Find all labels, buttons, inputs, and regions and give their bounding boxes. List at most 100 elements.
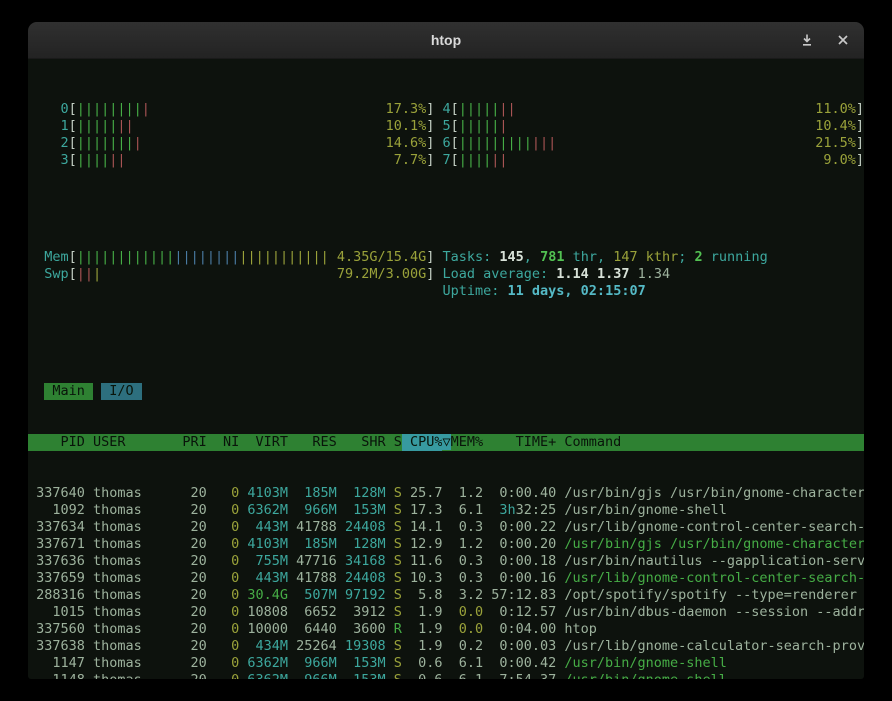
column-header-shr[interactable]: SHR	[337, 434, 386, 451]
cell-pri: 20	[174, 502, 207, 519]
meter-label: 2	[28, 135, 69, 152]
column-header-ni[interactable]: NI	[207, 434, 240, 451]
meter-value: 9.0%	[823, 152, 856, 169]
cell-virt: 6362M	[239, 672, 288, 679]
terminal-window: htop 0[|||||||||17.3%]4[|||||||11.0%]1[|…	[28, 22, 864, 679]
meter-label: Swp	[28, 266, 69, 283]
cell-res: 41788	[288, 519, 337, 536]
cell-cpu: 5.8	[402, 587, 443, 604]
column-header-cmd[interactable]: Command	[556, 434, 864, 451]
column-header-pid[interactable]: PID	[28, 434, 85, 451]
process-row-337638[interactable]: 337638thomas200434M2526419308S1.90.20:00…	[28, 638, 864, 655]
cell-pri: 20	[174, 672, 207, 679]
cell-cmd: /usr/bin/dbus-daemon --session --addr	[556, 604, 864, 621]
cell-mem: 6.1	[442, 655, 483, 672]
cell-virt: 10000	[239, 621, 288, 638]
cell-cpu: 1.9	[402, 621, 443, 638]
cell-user: thomas	[85, 570, 174, 587]
cell-pid: 337640	[28, 485, 85, 502]
cell-mem: 0.2	[442, 638, 483, 655]
cell-shr: 24408	[337, 519, 386, 536]
process-row-337640[interactable]: 337640thomas2004103M185M128MS25.71.20:00…	[28, 485, 864, 502]
maximize-icon[interactable]	[800, 33, 814, 47]
meter-bar-red: |	[499, 118, 507, 135]
column-header-mem[interactable]: ▽MEM%	[442, 434, 483, 451]
meter-label: 6	[434, 135, 450, 152]
cell-res: 185M	[288, 536, 337, 553]
cell-s: S	[386, 553, 402, 570]
header-row: PIDUSERPRINIVIRTRESSHRSCPU%▽MEM%TIME+Com…	[28, 434, 864, 451]
process-row-337671[interactable]: 337671thomas2004103M185M128MS12.91.20:00…	[28, 536, 864, 553]
meter-bar-red: ||	[117, 118, 133, 135]
cell-s: S	[386, 485, 402, 502]
meter-bracket: ]	[426, 249, 434, 266]
cpu-meter-4: 4[|||||||11.0%]	[434, 101, 864, 118]
cell-virt: 434M	[239, 638, 288, 655]
meter-bar-green: ||||||||	[77, 101, 142, 118]
cell-time: 57:12.83	[483, 587, 556, 604]
cell-cmd: /usr/bin/gnome-shell	[556, 502, 864, 519]
process-row-337560[interactable]: 337560thomas2001000064403600R1.90.00:04.…	[28, 621, 864, 638]
cell-cpu: 11.6	[402, 553, 443, 570]
process-row-337634[interactable]: 337634thomas200443M4178824408S14.10.30:0…	[28, 519, 864, 536]
cell-pid: 337560	[28, 621, 85, 638]
process-row-1015[interactable]: 1015thomas2001080866523912S1.90.00:12.57…	[28, 604, 864, 621]
column-header-pri[interactable]: PRI	[174, 434, 207, 451]
tab-i-o[interactable]: I/O	[101, 383, 142, 400]
cell-cpu: 0.6	[402, 655, 443, 672]
cpu-meter-7: 7[||||||9.0%]	[434, 152, 864, 169]
cell-s: S	[386, 604, 402, 621]
cell-ni: 0	[207, 502, 240, 519]
cell-pri: 20	[174, 655, 207, 672]
cell-res: 47716	[288, 553, 337, 570]
process-row-1148[interactable]: 1148thomas2006362M966M153MS0.66.17:54.37…	[28, 672, 864, 679]
process-row-337659[interactable]: 337659thomas200443M4178824408S10.30.30:0…	[28, 570, 864, 587]
cpu-meter-5: 5[||||||10.4%]	[434, 118, 864, 135]
cell-pri: 20	[174, 519, 207, 536]
cell-virt: 6362M	[239, 655, 288, 672]
column-header-virt[interactable]: VIRT	[239, 434, 288, 451]
cell-time: 3h32:25	[483, 502, 556, 519]
cell-pri: 20	[174, 621, 207, 638]
meter-bracket: [	[69, 249, 77, 266]
cell-pid: 337659	[28, 570, 85, 587]
cell-s: R	[386, 621, 402, 638]
cell-pid: 337634	[28, 519, 85, 536]
column-header-cpu[interactable]: CPU%	[402, 434, 443, 451]
text-segment: running	[703, 249, 768, 266]
meter-bracket: [	[451, 152, 459, 169]
titlebar-icons	[800, 22, 850, 58]
close-icon[interactable]	[836, 33, 850, 47]
cell-cmd: /usr/bin/gjs /usr/bin/gnome-character	[556, 485, 864, 502]
cell-user: thomas	[85, 519, 174, 536]
column-header-time[interactable]: TIME+	[483, 434, 556, 451]
cell-res: 966M	[288, 672, 337, 679]
cell-ni: 0	[207, 536, 240, 553]
process-row-288316[interactable]: 288316thomas20030.4G507M97192S5.83.257:1…	[28, 587, 864, 604]
cell-res: 966M	[288, 655, 337, 672]
cpu-meters: 0[|||||||||17.3%]4[|||||||11.0%]1[||||||…	[28, 101, 864, 169]
meter-bracket: ]	[426, 118, 434, 135]
meter-bar-green: ||||	[459, 152, 492, 169]
column-header-user[interactable]: USER	[85, 434, 174, 451]
tab-main[interactable]: Main	[44, 383, 93, 400]
process-row-337636[interactable]: 337636thomas200755M4771634168S11.60.30:0…	[28, 553, 864, 570]
process-row-1092[interactable]: 1092thomas2006362M966M153MS17.36.13h32:2…	[28, 502, 864, 519]
cpu-meter-2: 2[||||||||14.6%]	[28, 135, 434, 152]
meter-bar-blue: ||||||||	[174, 249, 239, 266]
cell-s: S	[386, 536, 402, 553]
process-row-1147[interactable]: 1147thomas2006362M966M153MS0.66.10:00.42…	[28, 655, 864, 672]
cell-shr: 24408	[337, 570, 386, 587]
screen-tabs: Main I/O	[28, 383, 864, 400]
cell-ni: 0	[207, 672, 240, 679]
column-header-s[interactable]: S	[386, 434, 402, 451]
cell-mem: 3.2	[442, 587, 483, 604]
text-segment: kthr	[638, 249, 679, 266]
cell-time: 0:00.16	[483, 570, 556, 587]
cell-cmd: htop	[556, 621, 864, 638]
cell-ni: 0	[207, 604, 240, 621]
meter-bracket: ]	[426, 152, 434, 169]
column-header-res[interactable]: RES	[288, 434, 337, 451]
cell-time: 7:54.37	[483, 672, 556, 679]
cell-time: 0:00.18	[483, 553, 556, 570]
